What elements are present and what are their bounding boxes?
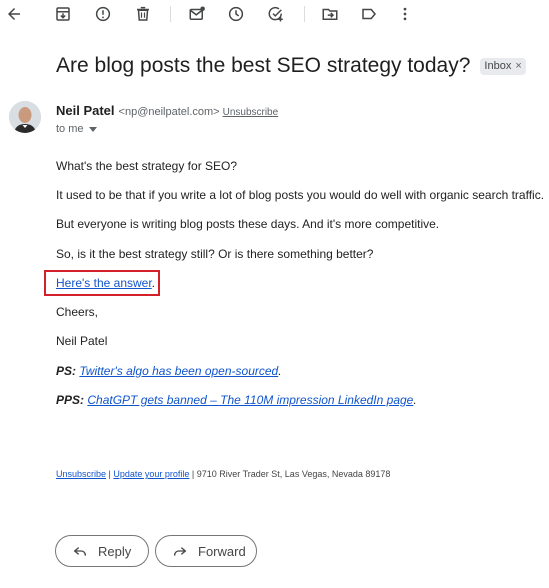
more-vert-icon[interactable] <box>394 3 416 25</box>
mark-unread-icon[interactable] <box>186 3 208 25</box>
unsubscribe-header-link[interactable]: Unsubscribe <box>223 107 279 118</box>
pps-period: . <box>413 393 417 407</box>
report-spam-icon[interactable] <box>92 3 114 25</box>
signature-name: Neil Patel <box>56 334 108 348</box>
forward-button[interactable]: Forward <box>155 535 257 567</box>
sender-avatar[interactable] <box>9 101 41 133</box>
body-line: It used to be that if you write a lot of… <box>56 188 545 202</box>
show-details-icon[interactable] <box>88 126 97 132</box>
pps-line: PPS: ChatGPT gets banned – The 110M impr… <box>56 393 417 407</box>
forward-label: Forward <box>198 543 246 559</box>
body-line: But everyone is writing blog posts these… <box>56 217 440 231</box>
forward-icon <box>174 547 187 556</box>
answer-link[interactable]: Here's the answer <box>56 276 152 290</box>
ps-label: PS: <box>56 364 77 378</box>
inbox-label-chip[interactable]: Inbox × <box>480 57 526 75</box>
toolbar-divider <box>304 6 305 22</box>
remove-label-icon[interactable]: × <box>515 60 521 72</box>
pps-link[interactable]: ChatGPT gets banned – The 110M impressio… <box>87 393 413 407</box>
snooze-icon[interactable] <box>225 3 247 25</box>
recipient-text: to me <box>56 123 84 135</box>
sender-name[interactable]: Neil Patel <box>56 103 115 118</box>
label-chip-text: Inbox <box>484 60 512 72</box>
recipient-row: to me <box>56 123 97 135</box>
ps-link[interactable]: Twitter's algo has been open-sourced <box>79 364 278 378</box>
footer-separator: | <box>189 469 197 479</box>
update-profile-link[interactable]: Update your profile <box>113 469 189 479</box>
closing-text: Cheers, <box>56 305 99 319</box>
ps-line: PS: Twitter's algo has been open-sourced… <box>56 364 282 378</box>
ps-period: . <box>278 364 282 378</box>
answer-period: . <box>151 276 156 290</box>
reply-icon <box>73 547 86 556</box>
add-task-icon[interactable] <box>265 3 287 25</box>
reply-label: Reply <box>98 543 132 559</box>
email-footer: Unsubscribe | Update your profile | 9710… <box>56 469 390 479</box>
reply-button[interactable]: Reply <box>55 535 149 567</box>
subject-row: Are blog posts the best SEO strategy tod… <box>56 52 526 80</box>
footer-unsubscribe-link[interactable]: Unsubscribe <box>56 469 106 479</box>
pps-label: PPS: <box>56 393 85 407</box>
back-arrow-icon[interactable] <box>3 3 25 25</box>
email-toolbar <box>0 0 549 28</box>
answer-line: Here's the answer. <box>56 276 155 290</box>
delete-icon[interactable] <box>132 3 154 25</box>
body-line: So, is it the best strategy still? Or is… <box>56 247 374 261</box>
sender-email: <np@neilpatel.com> <box>118 106 220 118</box>
archive-icon[interactable] <box>52 3 74 25</box>
body-line: What's the best strategy for SEO? <box>56 159 238 173</box>
sender-row: Neil Patel <np@neilpatel.com> Unsubscrib… <box>56 103 278 118</box>
email-subject: Are blog posts the best SEO strategy tod… <box>56 54 471 77</box>
toolbar-divider <box>170 6 171 22</box>
label-icon[interactable] <box>358 3 380 25</box>
move-to-icon[interactable] <box>319 3 341 25</box>
footer-address: 9710 River Trader St, Las Vegas, Nevada … <box>196 469 391 479</box>
